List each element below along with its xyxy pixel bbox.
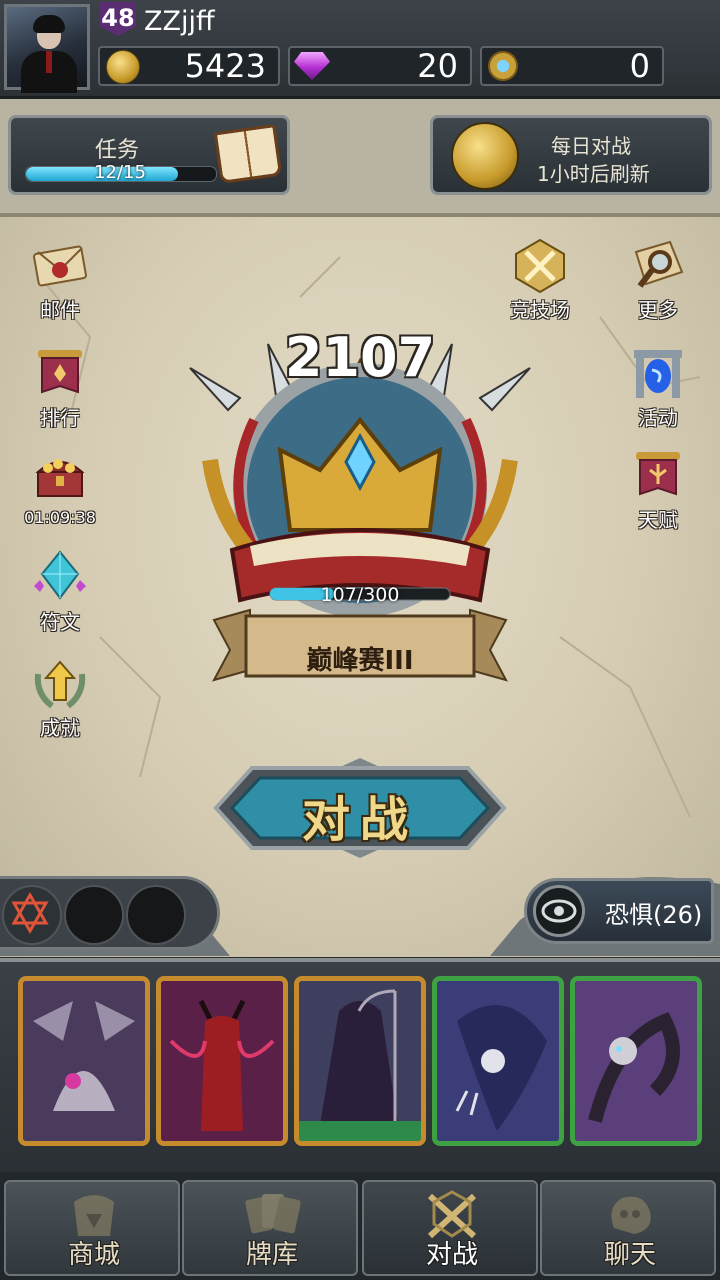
- talent-button[interactable]: 天赋: [618, 446, 698, 542]
- arena-label: 竞技场: [510, 298, 570, 322]
- token-counter[interactable]: 0: [480, 46, 664, 86]
- tab-shop[interactable]: 商城: [4, 1180, 180, 1276]
- bone-centipede-art: [575, 981, 697, 1141]
- bone-dragon-art: [23, 981, 145, 1141]
- more-label: 更多: [638, 298, 678, 322]
- tab-battle-label: 对战: [425, 1240, 478, 1270]
- quest-strip: 任务 12/15 每日对战 1小时后刷新: [0, 99, 720, 217]
- red-demon-art: [161, 981, 283, 1141]
- token-coin-icon: [488, 51, 518, 81]
- talent-banner-icon: [636, 452, 680, 496]
- card-grim-reaper[interactable]: [294, 976, 426, 1146]
- tab-battle[interactable]: 对战: [362, 1180, 538, 1276]
- treasure-chest-icon: [35, 459, 85, 497]
- empty-slot-1[interactable]: [64, 885, 124, 945]
- more-button[interactable]: 更多: [618, 236, 698, 332]
- portal-icon: [634, 350, 682, 398]
- gold-counter[interactable]: 5423: [98, 46, 280, 86]
- daily-battle-refresh: 1小时后刷新: [537, 162, 650, 186]
- mail-button[interactable]: 邮件: [20, 236, 100, 332]
- gem-value: 20: [417, 47, 458, 85]
- card-red-demon[interactable]: [156, 976, 288, 1146]
- chest-timer: 01:09:38: [24, 508, 96, 527]
- avatar-tie: [46, 51, 52, 73]
- achievement-button[interactable]: 成就: [20, 654, 100, 750]
- task-panel[interactable]: 任务 12/15: [8, 115, 290, 195]
- eye-icon: [533, 885, 585, 937]
- daily-coin-icon: [451, 122, 519, 190]
- player-name: ZZjjff: [144, 6, 215, 37]
- card-bone-dragon[interactable]: [18, 976, 150, 1146]
- tab-chat[interactable]: 聊天: [540, 1180, 716, 1276]
- rank-score: 2107: [284, 326, 436, 389]
- ranking-banner-icon: [38, 350, 82, 394]
- faction-hex-icon: [11, 891, 49, 935]
- achievement-laurel-icon: [34, 660, 86, 709]
- daily-battle-title: 每日对战: [551, 134, 631, 158]
- rank-emblem: [189, 343, 531, 682]
- fear-button[interactable]: 恐惧(26): [524, 878, 714, 944]
- treasure-chest-button[interactable]: 01:09:38: [20, 446, 100, 542]
- activity-label: 活动: [638, 406, 678, 430]
- rune-label: 符文: [40, 610, 80, 634]
- activity-button[interactable]: 活动: [618, 344, 698, 440]
- tab-shop-label: 商城: [67, 1240, 120, 1270]
- tab-card-library-label: 牌库: [245, 1240, 298, 1270]
- magnifier-map-icon: [634, 240, 684, 288]
- avatar-hair: [33, 15, 65, 33]
- tab-chat-label: 聊天: [603, 1240, 656, 1270]
- level-badge: 48: [100, 2, 136, 36]
- task-title: 任务: [95, 138, 140, 163]
- equipment-slots: [0, 876, 220, 950]
- battle-button[interactable]: 对战: [212, 758, 508, 858]
- faction-slot[interactable]: [2, 885, 62, 945]
- book-icon: [213, 123, 283, 185]
- gem-counter[interactable]: 20: [288, 46, 472, 86]
- tab-card-library[interactable]: 牌库: [182, 1180, 358, 1276]
- daily-battle-panel[interactable]: 每日对战 1小时后刷新: [430, 115, 712, 195]
- ranking-button[interactable]: 排行: [20, 344, 100, 440]
- player-avatar[interactable]: [4, 4, 90, 93]
- mail-icon: [33, 245, 87, 287]
- token-value: 0: [629, 47, 650, 85]
- card-wraith[interactable]: [432, 976, 564, 1146]
- arena-button[interactable]: 竞技场: [500, 236, 580, 332]
- empty-slot-2[interactable]: [126, 885, 186, 945]
- talent-label: 天赋: [638, 508, 678, 532]
- fear-label: 恐惧(26): [605, 901, 703, 929]
- card-bone-centipede[interactable]: [570, 976, 702, 1146]
- top-bar: 48 ZZjjff 5423 20 0: [0, 0, 720, 99]
- gem-icon: [294, 52, 330, 80]
- rank-progress-text: 107/300: [320, 584, 400, 606]
- task-progress-text: 12/15: [94, 162, 146, 183]
- rank-tier-label: 巅峰赛III: [306, 646, 414, 676]
- rune-crystal-icon: [34, 550, 86, 600]
- arena-swords-icon: [515, 238, 565, 294]
- ranking-label: 排行: [40, 406, 80, 430]
- battle-label: 对战: [301, 792, 418, 848]
- achievement-label: 成就: [40, 716, 80, 740]
- card-tray: [0, 958, 720, 1176]
- grim-reaper-art: [299, 981, 421, 1141]
- bottom-nav: 商城 牌库 对战 聊天: [0, 1172, 720, 1280]
- mail-label: 邮件: [40, 298, 80, 322]
- gold-coin-icon: [106, 50, 140, 84]
- gold-value: 5423: [184, 47, 266, 85]
- wraith-art: [437, 981, 559, 1141]
- rune-button[interactable]: 符文: [20, 548, 100, 644]
